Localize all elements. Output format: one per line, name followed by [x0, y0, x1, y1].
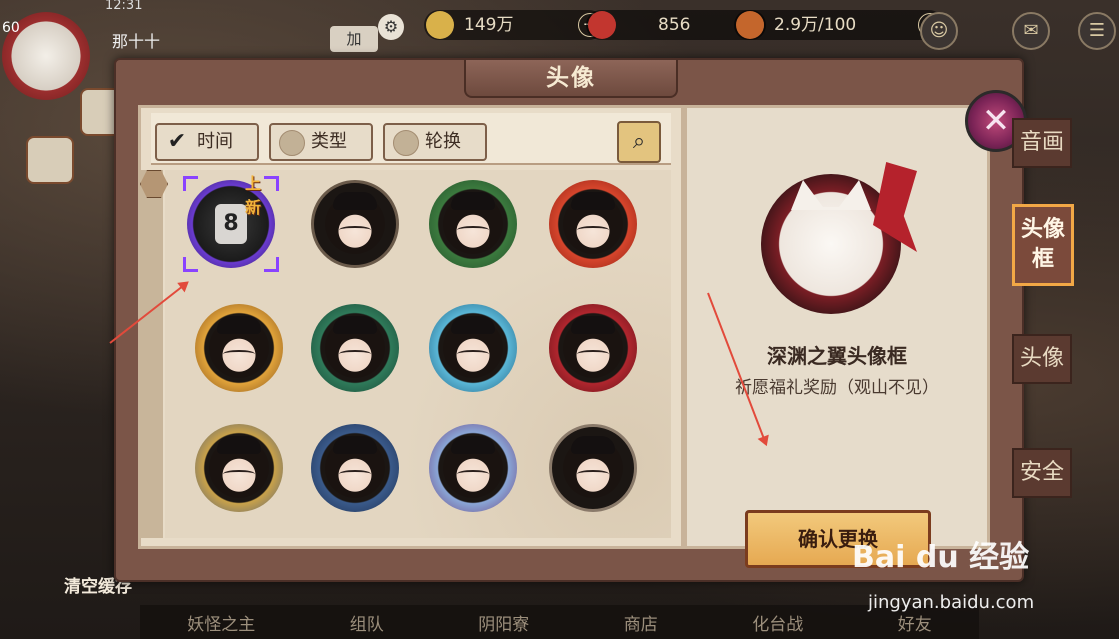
nav-item[interactable]: 妖怪之主	[187, 610, 255, 635]
character-icon[interactable]: ☺	[920, 12, 958, 50]
avatar-eyes	[577, 226, 609, 234]
baidu-watermark: Bai du 经验	[852, 540, 1030, 575]
grid-side-strip	[139, 170, 163, 538]
coin-counter: 149万 +	[424, 10, 604, 40]
new-badge: 上新	[245, 174, 262, 217]
filter-bar: ✔ 时间 类型 轮换 ⌕	[151, 113, 671, 165]
search-icon[interactable]: ⌕	[617, 121, 661, 163]
jade-value: 856	[658, 15, 691, 35]
filter-rotation[interactable]: 轮换	[383, 123, 487, 161]
jade-icon	[588, 11, 616, 39]
avatar-eyes	[223, 350, 255, 358]
avatar-frame-dialog: 头像 ✔ 时间 类型 轮换 ⌕ 8 上新 深渊之翼头像框 祈愿福礼奖励（观山不见…	[114, 58, 1024, 582]
frame-preview-image	[761, 162, 917, 314]
filter-type[interactable]: 类型	[269, 123, 373, 161]
nav-item[interactable]: 化台战	[752, 610, 803, 635]
frame-grid: 8 上新	[139, 170, 671, 538]
add-friend-button[interactable]: 加	[330, 26, 378, 52]
player-level: 60	[2, 20, 20, 36]
radio-icon	[393, 130, 419, 156]
frame-item[interactable]	[195, 424, 283, 512]
avatar-eyes	[577, 470, 609, 478]
avatar-hair	[333, 436, 377, 454]
frame-item[interactable]	[195, 304, 283, 392]
frame-item[interactable]	[311, 424, 399, 512]
avatar-hair	[571, 316, 615, 334]
frame-list-pane: ✔ 时间 类型 轮换 ⌕ 8 上新	[138, 105, 684, 549]
avatar-hair	[571, 192, 615, 210]
dialog-title: 头像	[546, 65, 596, 91]
stamina-icon	[736, 11, 764, 39]
frame-item[interactable]	[549, 424, 637, 512]
filter-label: 时间	[197, 131, 233, 152]
preview-ears	[791, 180, 871, 210]
radio-icon	[279, 130, 305, 156]
avatar-eyes	[457, 470, 489, 478]
preview-wing	[873, 162, 917, 252]
mail-icon[interactable]: ✉	[1012, 12, 1050, 50]
check-icon: ✔	[167, 129, 187, 154]
nav-item[interactable]: 组队	[350, 610, 384, 635]
avatar-hair	[451, 436, 495, 454]
frame-item[interactable]	[549, 180, 637, 268]
avatar-eyes	[577, 350, 609, 358]
nav-item[interactable]: 好友	[898, 610, 932, 635]
frame-item[interactable]	[311, 304, 399, 392]
avatar-eyes	[339, 470, 371, 478]
filter-label: 类型	[311, 131, 347, 152]
frame-item-selected[interactable]: 8 上新	[183, 174, 279, 272]
frame-preview-pane: 深渊之翼头像框 祈愿福礼奖励（观山不见） 确认更换	[684, 105, 990, 568]
avatar-hair	[333, 316, 377, 334]
avatar-eyes	[223, 470, 255, 478]
avatar-hair	[333, 192, 377, 210]
avatar-eyes	[339, 350, 371, 358]
settings-icon[interactable]: ⚙	[378, 14, 404, 40]
coin-icon	[426, 11, 454, 39]
bottom-nav: 妖怪之主 组队 阴阳寮 商店 化台战 好友	[140, 605, 979, 639]
frame-item[interactable]	[429, 424, 517, 512]
avatar-eyes	[457, 226, 489, 234]
tab-security[interactable]: 安全	[1012, 448, 1072, 498]
avatar-hair	[451, 192, 495, 210]
stamina-value: 2.9万/100	[774, 15, 857, 35]
filter-label: 轮换	[425, 131, 461, 152]
select-corner	[264, 257, 279, 272]
baidu-url: jingyan.baidu.com	[868, 592, 1035, 613]
tab-avatar[interactable]: 头像	[1012, 334, 1072, 384]
tab-avatar-frame[interactable]: 头像框	[1012, 204, 1074, 286]
frame-item[interactable]	[429, 304, 517, 392]
nav-item[interactable]: 商店	[624, 610, 658, 635]
frame-item[interactable]	[311, 180, 399, 268]
avatar-hair	[217, 436, 261, 454]
select-corner	[183, 257, 198, 272]
frame-item[interactable]	[549, 304, 637, 392]
stamina-counter: 2.9万/100 +	[734, 10, 944, 40]
avatar-hair	[571, 436, 615, 454]
dialog-title-plaque: 头像	[464, 60, 678, 98]
coin-value: 149万	[464, 15, 514, 35]
avatar-eyes	[339, 226, 371, 234]
frame-item[interactable]	[429, 180, 517, 268]
activity-icon[interactable]	[26, 136, 74, 184]
avatar-eyes	[457, 350, 489, 358]
lock-icon: 8	[215, 204, 247, 244]
top-hud: 12:31 60 那十十 加 ⚙ 149万 + 856 + 2.9万/100 +…	[0, 0, 1119, 100]
chat-icon[interactable]: ☰	[1078, 12, 1116, 50]
filter-time[interactable]: ✔ 时间	[155, 123, 259, 161]
avatar-hair	[451, 316, 495, 334]
avatar-hair	[217, 316, 261, 334]
clock-text: 12:31	[105, 0, 143, 13]
tab-graphics[interactable]: 音画	[1012, 118, 1072, 168]
nav-item[interactable]: 阴阳寮	[478, 610, 529, 635]
player-name: 那十十	[112, 32, 161, 51]
select-corner	[183, 176, 198, 191]
frame-description: 祈愿福礼奖励（观山不见）	[735, 378, 939, 398]
